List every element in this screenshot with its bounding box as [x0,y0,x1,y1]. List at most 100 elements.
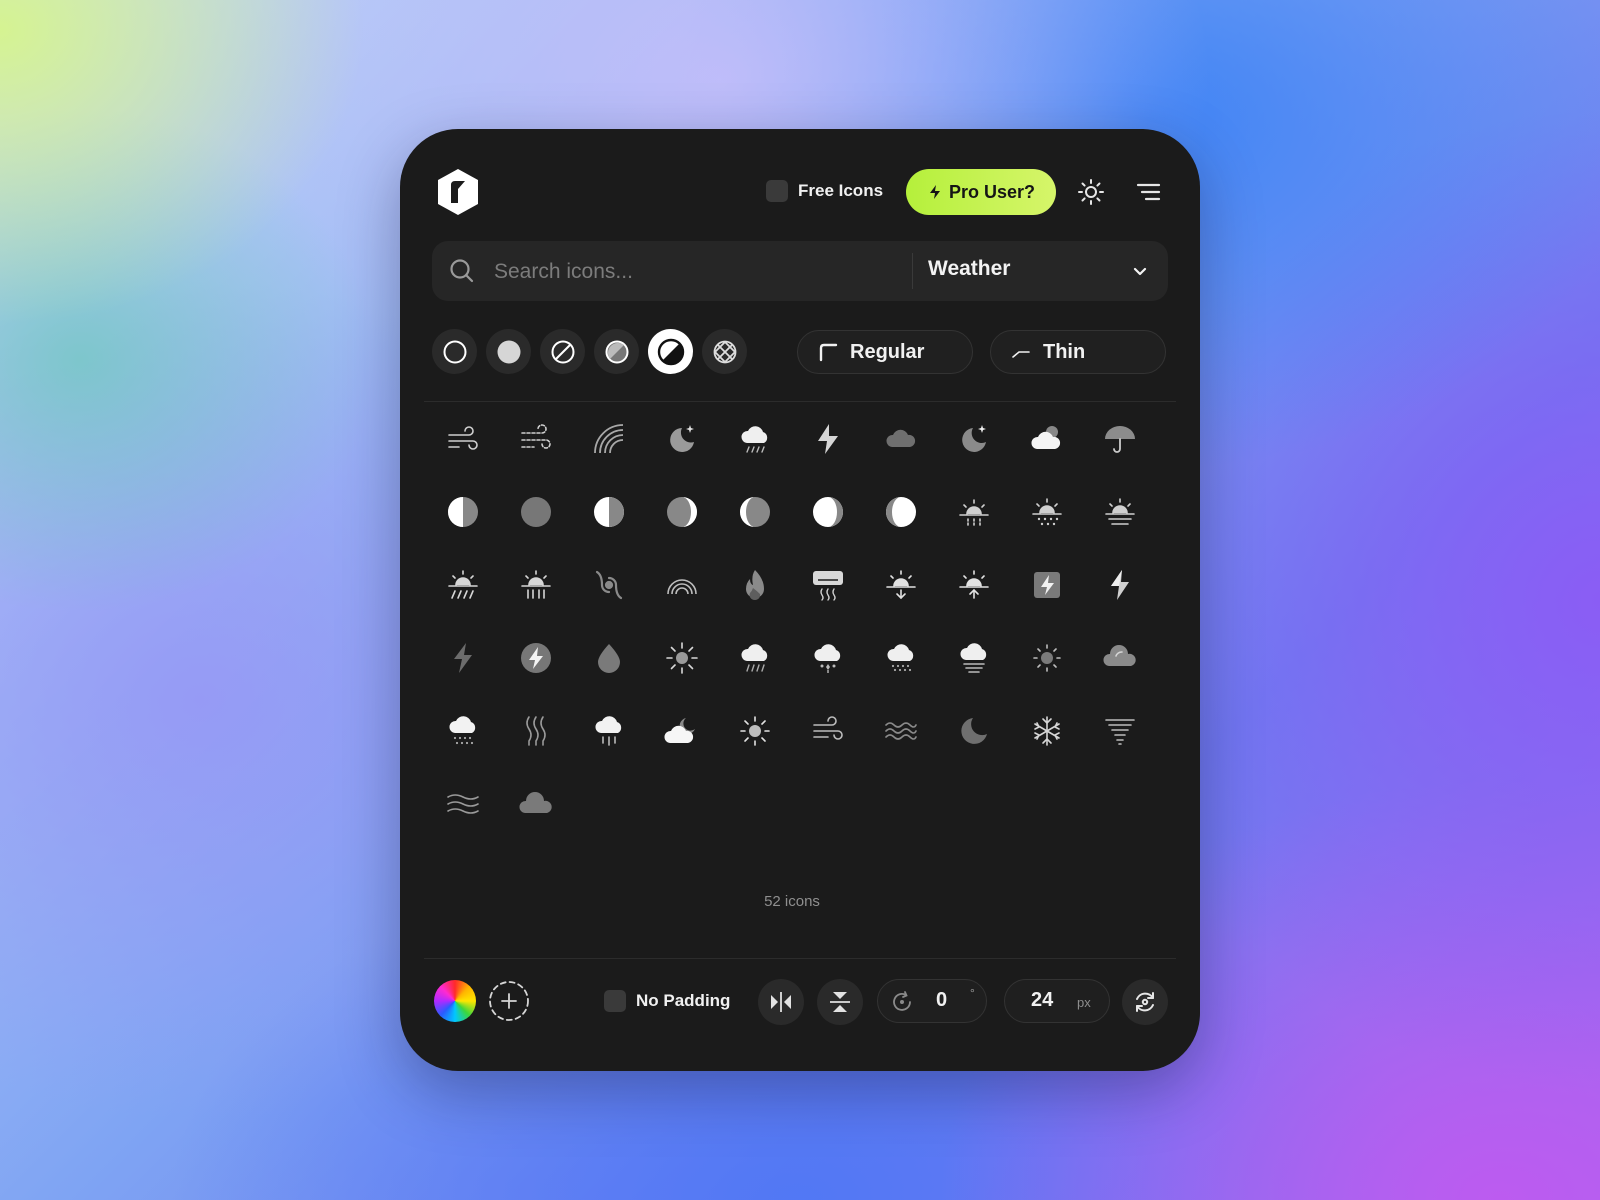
sunrise-showers-icon[interactable] [499,548,572,621]
sun-theme-icon[interactable] [1076,177,1106,207]
cloud-hail-icon[interactable] [791,621,864,694]
wind-lines-icon[interactable] [791,694,864,767]
lightning-circle-icon[interactable] [499,621,572,694]
moon-waning-gibbous-icon[interactable] [864,475,937,548]
flip-vertical-button[interactable] [817,979,863,1025]
rotation-input[interactable]: 0 ° [877,979,987,1023]
pro-user-button[interactable]: Pro User? [906,169,1056,215]
cloud-fog-icon[interactable] [937,621,1010,694]
sunrise-rain-icon[interactable] [937,475,1010,548]
app-logo-icon[interactable] [434,167,482,217]
sun-icon[interactable] [645,621,718,694]
rainbow-outline-icon[interactable] [645,548,718,621]
sun-bright-icon[interactable] [718,694,791,767]
sunrise-drizzle-icon[interactable] [426,548,499,621]
cloud-moon-icon[interactable] [645,694,718,767]
heat-waves-icon[interactable] [499,694,572,767]
size-input[interactable]: 24 px [1004,979,1110,1023]
solid-circle-icon [496,339,522,365]
wind-gust-icon[interactable] [499,402,572,475]
corner-style-select[interactable]: Regular [797,330,973,374]
search-divider [912,253,913,289]
moon-waxing-gibbous-icon[interactable] [791,475,864,548]
reset-button[interactable] [1122,979,1168,1025]
stroke-weight-label: Thin [1043,340,1086,363]
free-icons-label: Free Icons [798,181,884,200]
moon-waxing-crescent-icon[interactable] [645,475,718,548]
free-icons-checkbox[interactable] [766,180,788,202]
flip-vertical-icon [827,989,853,1015]
sunset-icon[interactable] [864,548,937,621]
rotation-value: 0 [936,989,948,1011]
duotone-style-button[interactable] [594,329,639,374]
cloud-snowflakes-icon[interactable] [426,694,499,767]
outline-style-button[interactable] [432,329,477,374]
pattern-style-button[interactable] [702,329,747,374]
no-padding-checkbox[interactable] [604,990,626,1012]
pro-user-label: Pro User? [948,181,1036,202]
icon-picker-panel: Free Icons Pro User? Weather [400,129,1200,1071]
sunrise-icon[interactable] [937,548,1010,621]
pattern-circle-icon [712,339,738,365]
color-wheel-picker[interactable] [434,980,476,1022]
outline-circle-icon [442,339,468,365]
icon-grid [426,402,1166,840]
moon-full-icon[interactable] [499,475,572,548]
moon-star-icon[interactable] [937,402,1010,475]
category-select[interactable]: Weather [928,257,1010,281]
chevron-down-icon[interactable] [1130,261,1150,281]
lightning-icon[interactable] [791,402,864,475]
flip-horizontal-button[interactable] [758,979,804,1025]
corner-style-label: Regular [850,340,925,363]
filter-menu-icon[interactable] [1133,177,1163,207]
cloud-heavy-rain-icon[interactable] [572,694,645,767]
thin-stroke-icon [1011,342,1031,362]
cloud-icon[interactable] [864,402,937,475]
droplet-icon[interactable] [572,621,645,694]
icon-count: 52 icons [764,893,820,910]
lightning-square-icon[interactable] [1010,548,1083,621]
refresh-icon [1132,989,1158,1015]
search-input[interactable] [492,251,916,293]
rainbow-icon[interactable] [572,402,645,475]
fire-icon[interactable] [718,548,791,621]
moon-stars-icon[interactable] [645,402,718,475]
size-unit: px [1077,995,1091,1010]
sunrise-snow-icon[interactable] [1010,475,1083,548]
air-conditioner-icon[interactable] [791,548,864,621]
water-waves-icon[interactable] [426,767,499,840]
moon-last-quarter-icon[interactable] [572,475,645,548]
search-icon [448,257,476,285]
stroke-weight-select[interactable]: Thin [990,330,1166,374]
cloud-snow-icon[interactable] [864,621,937,694]
cloud-partial-icon[interactable] [1083,621,1156,694]
cloud-rain-icon[interactable] [718,402,791,475]
wind-icon[interactable] [426,402,499,475]
bolt-icon [927,184,943,200]
hurricane-icon[interactable] [572,548,645,621]
sun-dim-icon[interactable] [1010,621,1083,694]
lightning-bolt-icon[interactable] [1083,548,1156,621]
icon-style-options [432,329,747,374]
solid-style-button[interactable] [486,329,531,374]
cloud-solid-icon[interactable] [499,767,572,840]
duotone-circle-icon [604,339,630,365]
tornado-icon[interactable] [1083,694,1156,767]
sunset-fog-icon[interactable] [1083,475,1156,548]
half-style-button[interactable] [648,329,693,374]
waves-icon[interactable] [864,694,937,767]
slash-style-button[interactable] [540,329,585,374]
snowflake-icon[interactable] [1010,694,1083,767]
umbrella-icon[interactable] [1083,402,1156,475]
moon-first-quarter-icon[interactable] [426,475,499,548]
lightning-thin-icon[interactable] [426,621,499,694]
cloud-drizzle-icon[interactable] [718,621,791,694]
no-padding-label: No Padding [636,991,731,1010]
add-color-icon[interactable] [488,980,530,1022]
rotate-icon [890,990,914,1014]
rotation-unit: ° [970,986,975,1000]
cloud-sun-icon[interactable] [1010,402,1083,475]
moon-waning-crescent-icon[interactable] [718,475,791,548]
moon-icon[interactable] [937,694,1010,767]
rounded-corner-icon [818,342,838,362]
